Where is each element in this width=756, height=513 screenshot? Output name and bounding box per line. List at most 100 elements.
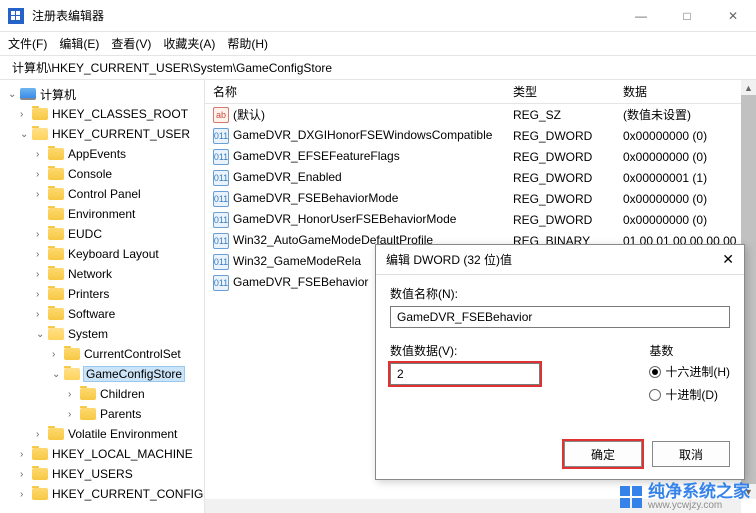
value-type-icon: 011 xyxy=(213,212,229,228)
tree-item[interactable]: ›AppEvents xyxy=(0,144,204,164)
tree-item[interactable]: › HKEY_CURRENT_CONFIG xyxy=(0,484,204,504)
chevron-icon[interactable]: › xyxy=(52,349,64,360)
tree-item[interactable]: ⌄ GameConfigStore xyxy=(0,364,204,384)
address-bar[interactable]: 计算机\HKEY_CURRENT_USER\System\GameConfigS… xyxy=(0,56,756,80)
chevron-icon[interactable]: › xyxy=(36,269,48,280)
chevron-icon[interactable]: › xyxy=(20,109,32,120)
tree-item[interactable]: › Console xyxy=(0,164,204,184)
menu-file[interactable]: 文件(F) xyxy=(8,35,47,52)
tree-item[interactable]: › EUDC xyxy=(0,224,204,244)
tree-root[interactable]: ⌄ 计算机 xyxy=(0,84,204,104)
chevron-icon[interactable]: › xyxy=(36,229,48,240)
tree-item[interactable]: › Control Panel xyxy=(0,184,204,204)
menu-view[interactable]: 查看(V) xyxy=(111,35,151,52)
tree-label: Parents xyxy=(100,407,141,421)
tree-item[interactable]: ⌄HKEY_CURRENT_USER xyxy=(0,124,204,144)
menu-favorites[interactable]: 收藏夹(A) xyxy=(163,35,215,52)
chevron-icon[interactable]: › xyxy=(36,429,48,440)
folder-icon xyxy=(64,348,80,360)
chevron-icon[interactable]: › xyxy=(36,169,48,180)
folder-icon xyxy=(48,428,64,440)
value-name: GameDVR_HonorUserFSEBehaviorMode xyxy=(233,212,456,226)
titlebar: 注册表编辑器 — □ ✕ xyxy=(0,0,756,32)
ok-button[interactable]: 确定 xyxy=(564,441,642,467)
tree-item[interactable]: ›Printers xyxy=(0,284,204,304)
menu-help[interactable]: 帮助(H) xyxy=(227,35,268,52)
chevron-icon[interactable]: › xyxy=(36,309,48,320)
chevron-icon[interactable]: › xyxy=(36,149,48,160)
radio-hex-row[interactable]: 十六进制(H) xyxy=(649,363,730,380)
tree-label: Network xyxy=(68,267,112,281)
menubar: 文件(F) 编辑(E) 查看(V) 收藏夹(A) 帮助(H) xyxy=(0,32,756,56)
radio-dec[interactable] xyxy=(649,389,661,401)
tree-label: EUDC xyxy=(68,227,102,241)
tree-item[interactable]: ›Volatile Environment xyxy=(0,424,204,444)
col-header-name[interactable]: 名称 xyxy=(205,83,505,100)
list-row[interactable]: ab(默认)REG_SZ(数值未设置) xyxy=(205,104,756,125)
value-name: (默认) xyxy=(233,108,265,122)
radio-dec-row[interactable]: 十进制(D) xyxy=(649,386,730,403)
dialog-buttons: 确定 取消 xyxy=(564,441,730,467)
chevron-icon[interactable]: › xyxy=(20,469,32,480)
minimize-button[interactable]: — xyxy=(618,0,664,32)
list-row[interactable]: 011GameDVR_HonorUserFSEBehaviorModeREG_D… xyxy=(205,209,756,230)
tree-item[interactable]: ›HKEY_CLASSES_ROOT xyxy=(0,104,204,124)
list-row[interactable]: 011GameDVR_DXGIHonorFSEWindowsCompatible… xyxy=(205,125,756,146)
tree-label: HKEY_CURRENT_CONFIG xyxy=(52,487,203,501)
tree-label: 计算机 xyxy=(40,86,76,103)
chevron-down-icon[interactable]: ⌄ xyxy=(8,89,20,100)
list-row[interactable]: 011GameDVR_EnabledREG_DWORD0x00000001 (1… xyxy=(205,167,756,188)
folder-icon xyxy=(48,188,64,200)
value-data-label: 数值数据(V): xyxy=(390,342,629,359)
chevron-icon[interactable]: › xyxy=(68,409,80,420)
folder-icon xyxy=(48,288,64,300)
tree-item[interactable]: ›HKEY_USERS xyxy=(0,464,204,484)
tree-label: GameConfigStore xyxy=(84,367,184,381)
folder-icon xyxy=(48,168,64,180)
tree-item[interactable]: ›Children xyxy=(0,384,204,404)
chevron-icon[interactable]: ⌄ xyxy=(36,329,48,340)
cancel-button[interactable]: 取消 xyxy=(652,441,730,467)
col-header-data[interactable]: 数据 xyxy=(615,83,756,100)
tree-item[interactable]: › Parents xyxy=(0,404,204,424)
folder-icon xyxy=(32,108,48,120)
maximize-button[interactable]: □ xyxy=(664,0,710,32)
tree-item[interactable]: ›Keyboard Layout xyxy=(0,244,204,264)
value-data: 0x00000000 (0) xyxy=(615,129,756,143)
tree-label: Environment xyxy=(68,207,135,221)
list-row[interactable]: 011GameDVR_FSEBehaviorModeREG_DWORD0x000… xyxy=(205,188,756,209)
close-button[interactable]: ✕ xyxy=(710,0,756,32)
dialog-title-text: 编辑 DWORD (32 位)值 xyxy=(386,251,722,268)
chevron-icon[interactable]: › xyxy=(36,249,48,260)
value-type-icon: 011 xyxy=(213,128,229,144)
menu-edit[interactable]: 编辑(E) xyxy=(59,35,99,52)
list-row[interactable]: 011GameDVR_EFSEFeatureFlagsREG_DWORD0x00… xyxy=(205,146,756,167)
chevron-icon[interactable]: › xyxy=(36,189,48,200)
chevron-icon[interactable]: › xyxy=(20,489,32,500)
folder-icon xyxy=(32,488,48,500)
value-name-input[interactable] xyxy=(390,306,730,328)
tree-item[interactable]: Environment xyxy=(0,204,204,224)
tree-item[interactable]: ›CurrentControlSet xyxy=(0,344,204,364)
scroll-up-icon[interactable]: ▲ xyxy=(741,80,756,95)
radio-hex[interactable] xyxy=(649,366,661,378)
folder-icon xyxy=(48,208,64,220)
chevron-icon[interactable]: ⌄ xyxy=(20,129,32,140)
dialog-close-button[interactable]: ✕ xyxy=(722,251,734,268)
tree-pane[interactable]: ⌄ 计算机 ›HKEY_CLASSES_ROOT⌄HKEY_CURRENT_US… xyxy=(0,80,205,513)
col-header-type[interactable]: 类型 xyxy=(505,83,615,100)
value-data-input[interactable] xyxy=(390,363,540,385)
chevron-icon[interactable]: › xyxy=(20,449,32,460)
chevron-icon[interactable]: › xyxy=(68,389,80,400)
chevron-icon[interactable]: ⌄ xyxy=(52,369,64,380)
tree-label: Control Panel xyxy=(68,187,141,201)
watermark-logo-icon xyxy=(620,486,642,508)
folder-icon xyxy=(48,228,64,240)
chevron-icon[interactable]: › xyxy=(36,289,48,300)
dialog-titlebar[interactable]: 编辑 DWORD (32 位)值 ✕ xyxy=(376,245,744,275)
tree-item[interactable]: ⌄System xyxy=(0,324,204,344)
tree-item[interactable]: ›Software xyxy=(0,304,204,324)
tree-label: Console xyxy=(68,167,112,181)
tree-item[interactable]: ›HKEY_LOCAL_MACHINE xyxy=(0,444,204,464)
tree-item[interactable]: › Network xyxy=(0,264,204,284)
